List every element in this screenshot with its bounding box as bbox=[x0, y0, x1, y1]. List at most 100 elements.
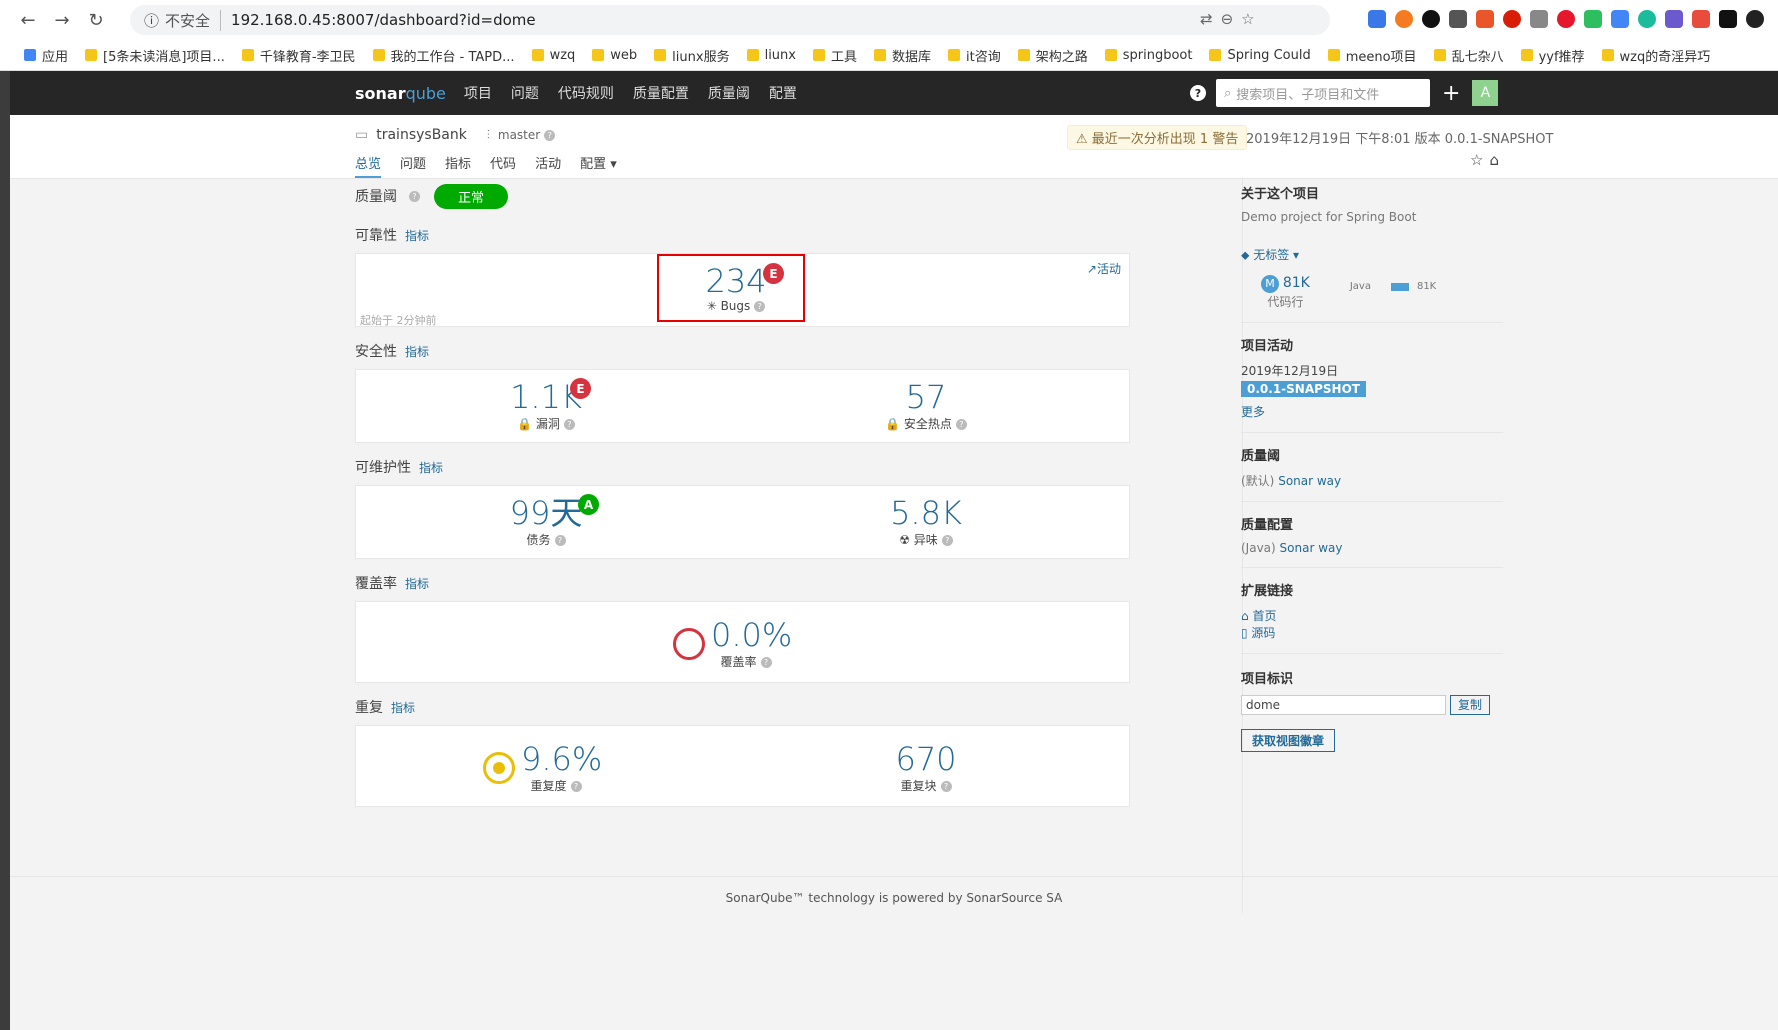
home-icon[interactable]: ⌂ bbox=[1489, 151, 1505, 169]
extension-icon[interactable] bbox=[1638, 10, 1656, 28]
extension-icon[interactable] bbox=[1692, 10, 1710, 28]
bookmark-item[interactable]: liunx bbox=[746, 48, 796, 63]
bookmark-item[interactable]: Spring Could bbox=[1209, 48, 1311, 63]
reliability-rating[interactable]: E bbox=[763, 263, 784, 284]
bookmark-item[interactable]: 千锋教育-李卫民 bbox=[241, 46, 356, 65]
nav-item-issues[interactable]: 问题 bbox=[511, 83, 539, 103]
project-key-field[interactable] bbox=[1241, 695, 1446, 715]
back-icon[interactable]: ← bbox=[14, 6, 42, 34]
home-link[interactable]: ⌂ 首页 bbox=[1241, 607, 1503, 624]
extension-icon[interactable] bbox=[1395, 10, 1413, 28]
bookmark-star-icon[interactable]: ☆ bbox=[1241, 10, 1254, 28]
bookmark-item[interactable]: 应用 bbox=[24, 46, 68, 65]
bookmark-item[interactable]: yyf推荐 bbox=[1520, 46, 1585, 65]
duplication-value[interactable]: 9.6% bbox=[521, 741, 602, 777]
bookmark-item[interactable]: 数据库 bbox=[874, 46, 931, 65]
address-bar[interactable]: ⓘ 不安全 192.168.0.45:8007/dashboard?id=dom… bbox=[130, 5, 1330, 35]
hotspots-value[interactable]: 57 bbox=[866, 379, 986, 415]
bookmark-item[interactable]: 工具 bbox=[812, 46, 857, 65]
help-icon[interactable]: ? bbox=[754, 301, 766, 313]
extension-icon[interactable] bbox=[1503, 10, 1521, 28]
nav-item-config[interactable]: 配置 bbox=[769, 83, 797, 103]
reliability-measures-link[interactable]: 指标 bbox=[405, 227, 429, 244]
bookmark-item[interactable]: wzq的奇淫异巧 bbox=[1601, 46, 1710, 65]
help-icon[interactable]: ? bbox=[941, 535, 953, 547]
url-text[interactable]: 192.168.0.45:8007/dashboard?id=dome bbox=[231, 11, 536, 29]
code-smells-value[interactable]: 5.8K bbox=[866, 495, 986, 531]
copy-button[interactable]: 复制 bbox=[1450, 695, 1490, 715]
more-link[interactable]: 更多 bbox=[1241, 403, 1503, 420]
reload-icon[interactable]: ↻ bbox=[82, 6, 110, 34]
folder-icon bbox=[1017, 49, 1030, 61]
tab-overview[interactable]: 总览 bbox=[355, 153, 382, 178]
search-input[interactable]: ⌕ 搜索项目、子项目和文件 bbox=[1216, 79, 1430, 107]
bookmark-item[interactable]: wzq bbox=[531, 48, 575, 63]
source-link[interactable]: ▯ 源码 bbox=[1241, 624, 1503, 641]
extension-icon[interactable] bbox=[1449, 10, 1467, 28]
tab-issues[interactable]: 问题 bbox=[400, 153, 426, 178]
bookmark-item[interactable]: meeno项目 bbox=[1327, 46, 1417, 65]
tab-activity[interactable]: 活动 bbox=[535, 153, 561, 178]
extension-icon[interactable] bbox=[1422, 10, 1440, 28]
nav-item-gates[interactable]: 质量阈 bbox=[708, 83, 750, 103]
extension-icon[interactable] bbox=[1557, 10, 1575, 28]
translate-icon[interactable]: ⇄ bbox=[1200, 10, 1213, 28]
extension-icon[interactable] bbox=[1368, 10, 1386, 28]
bookmark-item[interactable]: web bbox=[592, 48, 637, 63]
tab-config[interactable]: 配置 ▾ bbox=[580, 153, 617, 178]
extension-icon[interactable] bbox=[1746, 10, 1764, 28]
nav-item-rules[interactable]: 代码规则 bbox=[558, 83, 614, 103]
bookmark-item[interactable]: liunx服务 bbox=[654, 46, 730, 65]
coverage-value[interactable]: 0.0% bbox=[711, 617, 792, 653]
get-badge-button[interactable]: 获取视图徽章 bbox=[1241, 729, 1336, 752]
bookmark-item[interactable]: 我的工作台 - TAPD... bbox=[372, 46, 515, 65]
tab-code[interactable]: 代码 bbox=[490, 153, 516, 178]
tags-dropdown[interactable]: ⬥ 无标签 ▾ bbox=[1241, 246, 1503, 263]
activity-link[interactable]: ↗活动 bbox=[1087, 260, 1121, 277]
help-icon[interactable]: ? bbox=[940, 781, 952, 793]
nav-item-profiles[interactable]: 质量配置 bbox=[633, 83, 689, 103]
bookmark-item[interactable]: 乱七杂八 bbox=[1433, 46, 1504, 65]
help-icon[interactable]: ? bbox=[955, 419, 967, 431]
folder-icon bbox=[241, 49, 254, 61]
bookmark-item[interactable]: 架构之路 bbox=[1017, 46, 1088, 65]
help-icon[interactable]: ? bbox=[554, 535, 566, 547]
project-name[interactable]: trainsysBank bbox=[376, 127, 467, 143]
help-icon[interactable]: ? bbox=[760, 657, 772, 669]
extension-icon[interactable] bbox=[1584, 10, 1602, 28]
security-rating[interactable]: E bbox=[570, 378, 591, 399]
branch-name[interactable]: master bbox=[498, 128, 540, 142]
forward-icon[interactable]: → bbox=[48, 6, 76, 34]
help-icon[interactable]: ? bbox=[563, 419, 575, 431]
sonarqube-logo[interactable]: sonarqube bbox=[355, 84, 446, 103]
extension-icon[interactable] bbox=[1719, 10, 1737, 28]
duplicated-blocks-value[interactable]: 670 bbox=[866, 741, 986, 777]
bookmark-item[interactable]: [5条未读消息]项目... bbox=[85, 46, 225, 65]
lines-value[interactable]: 81K bbox=[1283, 275, 1310, 291]
quality-gate-link[interactable]: Sonar way bbox=[1278, 474, 1341, 488]
info-icon[interactable]: ⓘ bbox=[144, 10, 159, 31]
nav-item-projects[interactable]: 项目 bbox=[464, 83, 492, 103]
help-icon[interactable]: ? bbox=[570, 781, 582, 793]
extension-icon[interactable] bbox=[1476, 10, 1494, 28]
maintainability-rating[interactable]: A bbox=[578, 494, 599, 515]
favorite-star-icon[interactable]: ☆ bbox=[1470, 151, 1489, 169]
bookmark-item[interactable]: it咨询 bbox=[948, 46, 1001, 65]
zoom-icon[interactable]: ⊖ bbox=[1221, 10, 1234, 28]
duplications-measures-link[interactable]: 指标 bbox=[391, 699, 415, 716]
quality-profile-link[interactable]: Sonar way bbox=[1280, 541, 1343, 555]
coverage-measures-link[interactable]: 指标 bbox=[405, 575, 429, 592]
help-icon[interactable]: ? bbox=[544, 129, 556, 141]
extension-icon[interactable] bbox=[1611, 10, 1629, 28]
add-icon[interactable]: + bbox=[1442, 81, 1460, 106]
extension-icon[interactable] bbox=[1530, 10, 1548, 28]
extension-icon[interactable] bbox=[1665, 10, 1683, 28]
security-measures-link[interactable]: 指标 bbox=[405, 343, 429, 360]
bookmark-item[interactable]: springboot bbox=[1104, 48, 1192, 63]
help-icon[interactable]: ? bbox=[1190, 85, 1206, 101]
maintainability-measures-link[interactable]: 指标 bbox=[419, 459, 443, 476]
analysis-warning[interactable]: ⚠ 最近一次分析出现 1 警告 bbox=[1067, 125, 1248, 150]
tab-measures[interactable]: 指标 bbox=[445, 153, 471, 178]
avatar[interactable]: A bbox=[1472, 80, 1499, 106]
help-icon[interactable]: ? bbox=[409, 190, 420, 202]
